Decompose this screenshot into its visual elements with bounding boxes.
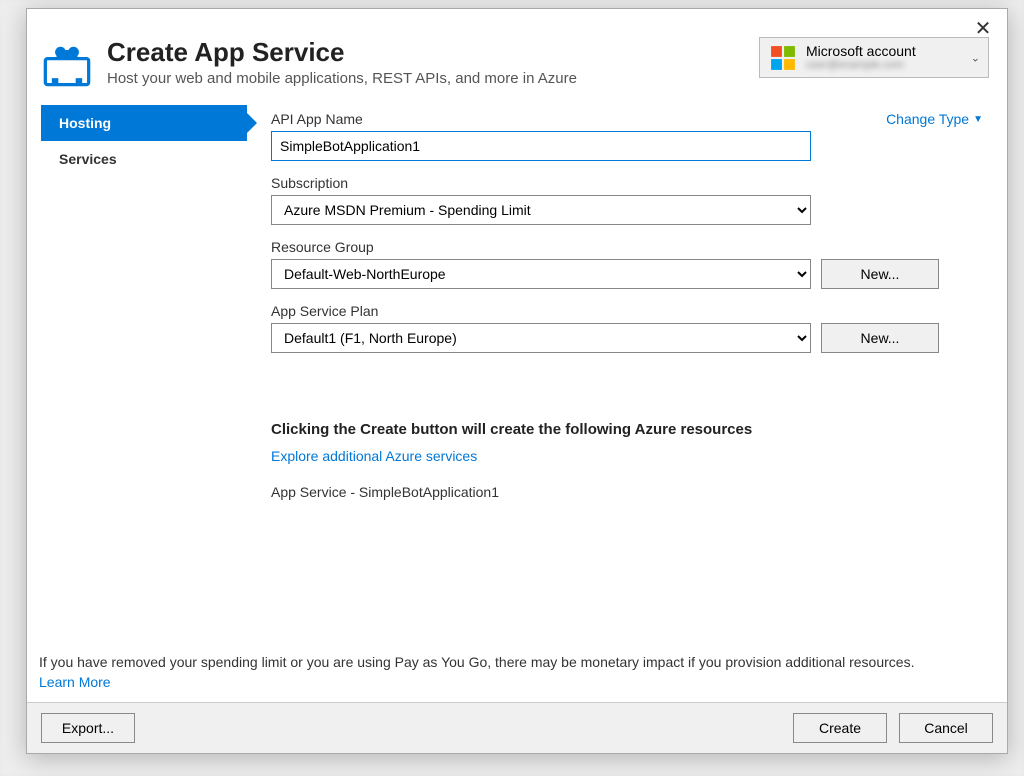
- resource-group-label: Resource Group: [271, 239, 983, 255]
- app-service-icon: [41, 37, 93, 89]
- microsoft-logo-icon: [770, 45, 796, 71]
- create-app-service-dialog: ✕ Create App Service Host your web and m…: [26, 8, 1008, 754]
- plan-label: App Service Plan: [271, 303, 983, 319]
- dialog-subtitle: Host your web and mobile applications, R…: [107, 70, 745, 87]
- explore-services-link[interactable]: Explore additional Azure services: [271, 448, 477, 464]
- sidebar: Hosting Services: [27, 101, 247, 654]
- cancel-button[interactable]: Cancel: [899, 713, 993, 743]
- sidebar-item-services[interactable]: Services: [41, 141, 247, 177]
- sidebar-item-hosting[interactable]: Hosting: [41, 105, 247, 141]
- dialog-title: Create App Service: [107, 37, 745, 68]
- resource-group-select[interactable]: Default-Web-NorthEurope: [271, 259, 811, 289]
- change-type-link[interactable]: Change Type ▼: [886, 111, 983, 127]
- chevron-down-icon: ▼: [973, 114, 983, 125]
- account-label: Microsoft account: [806, 44, 916, 59]
- account-picker[interactable]: Microsoft account user@example.com ⌄: [759, 37, 989, 78]
- api-name-input[interactable]: [271, 131, 811, 161]
- form-area: API App Name Change Type ▼ Subscription …: [247, 101, 1007, 654]
- api-name-label: API App Name: [271, 111, 363, 127]
- subscription-label: Subscription: [271, 175, 983, 191]
- plan-new-button[interactable]: New...: [821, 323, 939, 353]
- dialog-header: Create App Service Host your web and mob…: [27, 9, 1007, 101]
- account-email: user@example.com: [806, 59, 916, 71]
- footer-note-text: If you have removed your spending limit …: [39, 654, 995, 670]
- summary-heading: Clicking the Create button will create t…: [271, 421, 983, 438]
- chevron-down-icon: ⌄: [971, 51, 980, 64]
- learn-more-link[interactable]: Learn More: [39, 674, 111, 690]
- resource-group-new-button[interactable]: New...: [821, 259, 939, 289]
- export-button[interactable]: Export...: [41, 713, 135, 743]
- footer-note-block: If you have removed your spending limit …: [27, 654, 1007, 702]
- resource-summary-line: App Service - SimpleBotApplication1: [271, 484, 983, 500]
- subscription-select[interactable]: Azure MSDN Premium - Spending Limit: [271, 195, 811, 225]
- create-button[interactable]: Create: [793, 713, 887, 743]
- change-type-text: Change Type: [886, 111, 969, 127]
- button-bar: Export... Create Cancel: [27, 702, 1007, 753]
- plan-select[interactable]: Default1 (F1, North Europe): [271, 323, 811, 353]
